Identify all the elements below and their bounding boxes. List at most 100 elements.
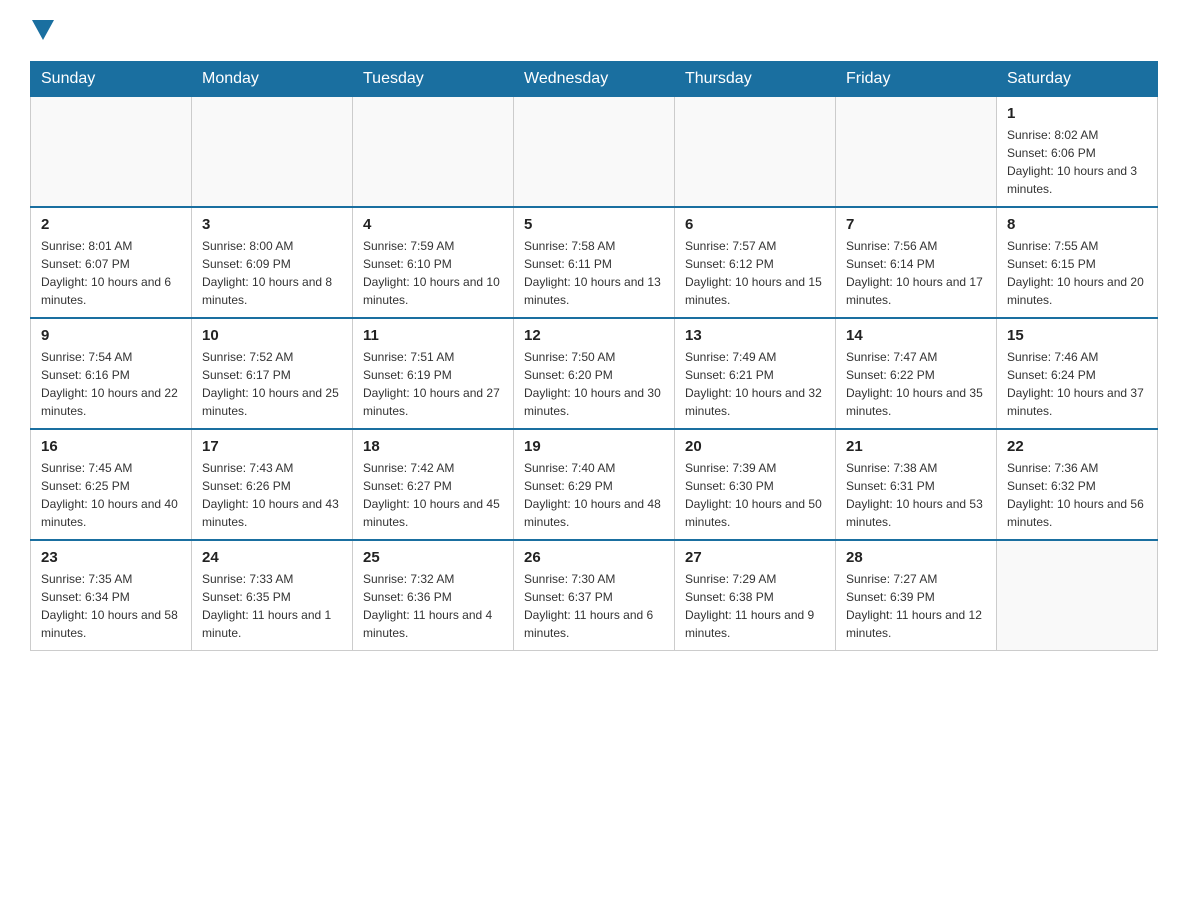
day-number: 25 [363, 549, 503, 566]
day-info: Sunrise: 7:42 AM Sunset: 6:27 PM Dayligh… [363, 459, 503, 531]
day-info: Sunrise: 7:59 AM Sunset: 6:10 PM Dayligh… [363, 237, 503, 309]
day-number: 11 [363, 327, 503, 344]
calendar-cell: 8 Sunrise: 7:55 AM Sunset: 6:15 PM Daylig… [997, 207, 1158, 318]
day-info: Sunrise: 7:47 AM Sunset: 6:22 PM Dayligh… [846, 348, 986, 420]
day-number: 10 [202, 327, 342, 344]
day-number: 16 [41, 438, 181, 455]
calendar-cell: 12Sunrise: 7:50 AM Sunset: 6:20 PM Dayli… [514, 318, 675, 429]
day-info: Sunrise: 8:00 AM Sunset: 6:09 PM Dayligh… [202, 237, 342, 309]
day-info: Sunrise: 7:43 AM Sunset: 6:26 PM Dayligh… [202, 459, 342, 531]
day-info: Sunrise: 7:46 AM Sunset: 6:24 PM Dayligh… [1007, 348, 1147, 420]
week-row-1: 2Sunrise: 8:01 AM Sunset: 6:07 PM Daylig… [31, 207, 1158, 318]
calendar-cell: 27 Sunrise: 7:29 AM Sunset: 6:38 PM Dayli… [675, 540, 836, 651]
day-number: 6 [685, 216, 825, 233]
calendar-cell: 26 Sunrise: 7:30 AM Sunset: 6:37 PM Dayli… [514, 540, 675, 651]
day-number: 27 [685, 549, 825, 566]
day-info: Sunrise: 7:38 AM Sunset: 6:31 PM Dayligh… [846, 459, 986, 531]
day-number: 9 [41, 327, 181, 344]
day-info: Sunrise: 7:39 AM Sunset: 6:30 PM Dayligh… [685, 459, 825, 531]
day-number: 17 [202, 438, 342, 455]
day-info: Sunrise: 8:01 AM Sunset: 6:07 PM Dayligh… [41, 237, 181, 309]
day-info: Sunrise: 7:49 AM Sunset: 6:21 PM Dayligh… [685, 348, 825, 420]
calendar-cell: 20Sunrise: 7:39 AM Sunset: 6:30 PM Dayli… [675, 429, 836, 540]
calendar-cell [675, 97, 836, 208]
week-row-2: 9 Sunrise: 7:54 AM Sunset: 6:16 PM Daylig… [31, 318, 1158, 429]
day-number: 4 [363, 216, 503, 233]
calendar-cell: 5 Sunrise: 7:58 AM Sunset: 6:11 PM Daylig… [514, 207, 675, 318]
calendar-cell [192, 97, 353, 208]
header-row: Sunday Monday Tuesday Wednesday Thursday… [31, 62, 1158, 97]
calendar-cell: 22 Sunrise: 7:36 AM Sunset: 6:32 PM Dayli… [997, 429, 1158, 540]
day-number: 22 [1007, 438, 1147, 455]
day-info: Sunrise: 8:02 AM Sunset: 6:06 PM Dayligh… [1007, 126, 1147, 198]
logo-text-block [30, 20, 54, 43]
calendar-cell: 15 Sunrise: 7:46 AM Sunset: 6:24 PM Dayli… [997, 318, 1158, 429]
calendar-cell [836, 97, 997, 208]
calendar-cell: 23 Sunrise: 7:35 AM Sunset: 6:34 PM Dayli… [31, 540, 192, 651]
day-number: 26 [524, 549, 664, 566]
day-info: Sunrise: 7:50 AM Sunset: 6:20 PM Dayligh… [524, 348, 664, 420]
calendar-cell: 17 Sunrise: 7:43 AM Sunset: 6:26 PM Dayli… [192, 429, 353, 540]
calendar-cell: 14Sunrise: 7:47 AM Sunset: 6:22 PM Dayli… [836, 318, 997, 429]
day-number: 23 [41, 549, 181, 566]
calendar-cell: 9 Sunrise: 7:54 AM Sunset: 6:16 PM Daylig… [31, 318, 192, 429]
day-info: Sunrise: 7:58 AM Sunset: 6:11 PM Dayligh… [524, 237, 664, 309]
calendar-cell: 13 Sunrise: 7:49 AM Sunset: 6:21 PM Dayli… [675, 318, 836, 429]
calendar-cell: 19 Sunrise: 7:40 AM Sunset: 6:29 PM Dayli… [514, 429, 675, 540]
week-row-0: 1 Sunrise: 8:02 AM Sunset: 6:06 PM Daylig… [31, 97, 1158, 208]
calendar-cell: 25 Sunrise: 7:32 AM Sunset: 6:36 PM Dayli… [353, 540, 514, 651]
day-number: 13 [685, 327, 825, 344]
calendar-cell: 24Sunrise: 7:33 AM Sunset: 6:35 PM Dayli… [192, 540, 353, 651]
calendar-cell: 2Sunrise: 8:01 AM Sunset: 6:07 PM Daylig… [31, 207, 192, 318]
calendar-cell [997, 540, 1158, 651]
day-number: 15 [1007, 327, 1147, 344]
day-info: Sunrise: 7:56 AM Sunset: 6:14 PM Dayligh… [846, 237, 986, 309]
day-number: 8 [1007, 216, 1147, 233]
calendar-cell: 3 Sunrise: 8:00 AM Sunset: 6:09 PM Daylig… [192, 207, 353, 318]
calendar-cell: 7 Sunrise: 7:56 AM Sunset: 6:14 PM Daylig… [836, 207, 997, 318]
day-info: Sunrise: 7:40 AM Sunset: 6:29 PM Dayligh… [524, 459, 664, 531]
calendar-cell: 28 Sunrise: 7:27 AM Sunset: 6:39 PM Dayli… [836, 540, 997, 651]
day-number: 19 [524, 438, 664, 455]
calendar-cell: 4 Sunrise: 7:59 AM Sunset: 6:10 PM Daylig… [353, 207, 514, 318]
col-friday: Friday [836, 62, 997, 97]
day-number: 3 [202, 216, 342, 233]
day-info: Sunrise: 7:55 AM Sunset: 6:15 PM Dayligh… [1007, 237, 1147, 309]
col-wednesday: Wednesday [514, 62, 675, 97]
day-info: Sunrise: 7:45 AM Sunset: 6:25 PM Dayligh… [41, 459, 181, 531]
day-info: Sunrise: 7:57 AM Sunset: 6:12 PM Dayligh… [685, 237, 825, 309]
calendar-cell: 11Sunrise: 7:51 AM Sunset: 6:19 PM Dayli… [353, 318, 514, 429]
calendar-cell: 21Sunrise: 7:38 AM Sunset: 6:31 PM Dayli… [836, 429, 997, 540]
col-sunday: Sunday [31, 62, 192, 97]
calendar-cell: 10 Sunrise: 7:52 AM Sunset: 6:17 PM Dayli… [192, 318, 353, 429]
day-info: Sunrise: 7:29 AM Sunset: 6:38 PM Dayligh… [685, 570, 825, 642]
calendar-cell: 16 Sunrise: 7:45 AM Sunset: 6:25 PM Dayli… [31, 429, 192, 540]
col-monday: Monday [192, 62, 353, 97]
col-thursday: Thursday [675, 62, 836, 97]
logo-arrow-icon [32, 20, 54, 40]
day-number: 28 [846, 549, 986, 566]
calendar-body: 1 Sunrise: 8:02 AM Sunset: 6:06 PM Daylig… [31, 97, 1158, 651]
day-info: Sunrise: 7:30 AM Sunset: 6:37 PM Dayligh… [524, 570, 664, 642]
col-saturday: Saturday [997, 62, 1158, 97]
day-info: Sunrise: 7:27 AM Sunset: 6:39 PM Dayligh… [846, 570, 986, 642]
page-header [30, 20, 1158, 43]
day-info: Sunrise: 7:52 AM Sunset: 6:17 PM Dayligh… [202, 348, 342, 420]
calendar-cell: 6 Sunrise: 7:57 AM Sunset: 6:12 PM Daylig… [675, 207, 836, 318]
calendar-cell [31, 97, 192, 208]
day-number: 7 [846, 216, 986, 233]
calendar-table: Sunday Monday Tuesday Wednesday Thursday… [30, 61, 1158, 651]
day-info: Sunrise: 7:36 AM Sunset: 6:32 PM Dayligh… [1007, 459, 1147, 531]
calendar-header: Sunday Monday Tuesday Wednesday Thursday… [31, 62, 1158, 97]
day-number: 5 [524, 216, 664, 233]
day-number: 1 [1007, 105, 1147, 122]
calendar-cell [514, 97, 675, 208]
day-number: 18 [363, 438, 503, 455]
calendar-cell [353, 97, 514, 208]
day-info: Sunrise: 7:35 AM Sunset: 6:34 PM Dayligh… [41, 570, 181, 642]
day-number: 24 [202, 549, 342, 566]
calendar-cell: 1 Sunrise: 8:02 AM Sunset: 6:06 PM Daylig… [997, 97, 1158, 208]
day-info: Sunrise: 7:54 AM Sunset: 6:16 PM Dayligh… [41, 348, 181, 420]
day-info: Sunrise: 7:32 AM Sunset: 6:36 PM Dayligh… [363, 570, 503, 642]
week-row-3: 16 Sunrise: 7:45 AM Sunset: 6:25 PM Dayli… [31, 429, 1158, 540]
